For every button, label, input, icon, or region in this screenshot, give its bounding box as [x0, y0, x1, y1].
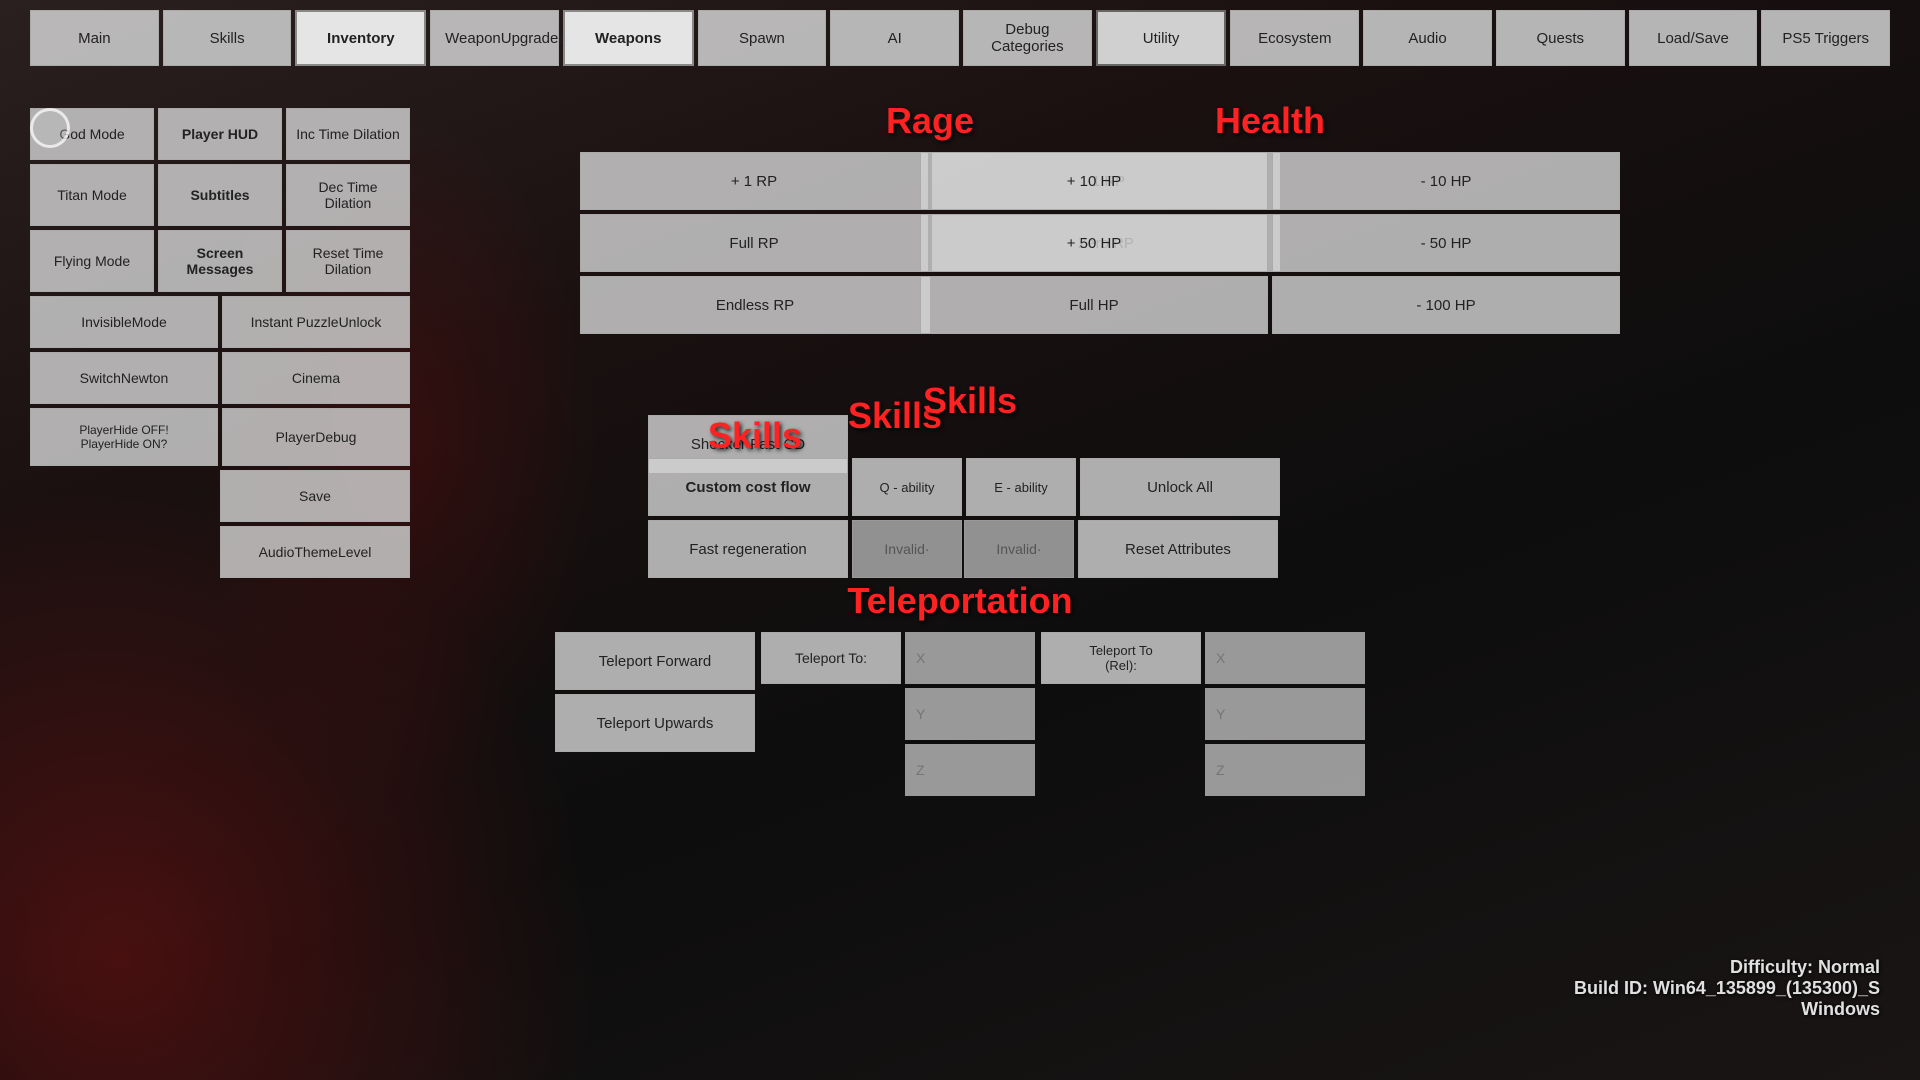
nav-btn-ecosystem[interactable]: Ecosystem: [1230, 10, 1359, 66]
flying-mode-button[interactable]: Flying Mode: [30, 230, 154, 292]
skills-section-title: Skills: [708, 415, 802, 456]
nav-btn-inventory[interactable]: Inventory: [295, 10, 426, 66]
teleport-to-label: Teleport To:: [761, 632, 901, 684]
teleport-upwards-button[interactable]: Teleport Upwards: [555, 694, 755, 752]
player-hud-button[interactable]: Player HUD: [158, 108, 282, 160]
player-debug-button[interactable]: PlayerDebug: [222, 408, 410, 466]
full-rp-button[interactable]: Full RP: [580, 214, 928, 272]
build-id-text: Build ID: Win64_135899_(135300)_S: [1574, 978, 1880, 999]
minus-10-hp-button[interactable]: - 10 HP: [1272, 152, 1620, 210]
left-panel-row-5: SwitchNewton Cinema: [30, 352, 410, 404]
left-panel-row-8: AudioThemeLevel: [30, 526, 410, 578]
nav-btn-debugcategories[interactable]: Debug Categories: [963, 10, 1092, 66]
switch-newton-button[interactable]: SwitchNewton: [30, 352, 218, 404]
status-area: Difficulty: Normal Build ID: Win64_13589…: [1574, 957, 1880, 1020]
nav-btn-spawn[interactable]: Spawn: [698, 10, 827, 66]
audio-theme-level-button[interactable]: AudioThemeLevel: [220, 526, 410, 578]
minus-100-hp-button[interactable]: - 100 HP: [1272, 276, 1620, 334]
teleport-rel-y-input[interactable]: [1205, 688, 1365, 740]
screen-messages-button[interactable]: Screen Messages: [158, 230, 282, 292]
nav-btn-ps5triggers[interactable]: PS5 Triggers: [1761, 10, 1890, 66]
nav-btn-main[interactable]: Main: [30, 10, 159, 66]
subtitles-button[interactable]: Subtitles: [158, 164, 282, 226]
titan-mode-button[interactable]: Titan Mode: [30, 164, 154, 226]
teleport-rel-x-input[interactable]: [1205, 632, 1365, 684]
nav-btn-audio[interactable]: Audio: [1363, 10, 1492, 66]
invalid-btn-1[interactable]: Invalid·: [852, 520, 962, 578]
teleport-to-rel-label: Teleport To (Rel):: [1041, 632, 1201, 684]
health-title: Health: [920, 100, 1620, 142]
nav-btn-weapons[interactable]: Weapons: [563, 10, 694, 66]
inc-time-dilation-button[interactable]: Inc Time Dilation: [286, 108, 410, 160]
nav-btn-quests[interactable]: Quests: [1496, 10, 1625, 66]
player-hide-button[interactable]: PlayerHide OFF! PlayerHide ON?: [30, 408, 218, 466]
teleport-to-z-input[interactable]: [905, 744, 1035, 796]
invalid-btn-2[interactable]: Invalid·: [964, 520, 1074, 578]
dec-time-dilation-button[interactable]: Dec Time Dilation: [286, 164, 410, 226]
nav-btn-utility[interactable]: Utility: [1096, 10, 1227, 66]
reset-attributes-button[interactable]: Reset Attributes: [1078, 520, 1278, 578]
e-ability-button[interactable]: E - ability: [966, 458, 1076, 516]
teleport-forward-button[interactable]: Teleport Forward: [555, 632, 755, 690]
skills-title: Skills: [923, 380, 1017, 421]
save-button[interactable]: Save: [220, 470, 410, 522]
plus-1-rp-button[interactable]: + 1 RP: [580, 152, 928, 210]
nav-btn-loadsave[interactable]: Load/Save: [1629, 10, 1758, 66]
health-section: Health + 10 HP - 10 HP + 50 HP - 50 HP F…: [920, 100, 1620, 334]
teleportation-title: Teleportation: [847, 580, 1072, 621]
left-panel-row-3: Flying Mode Screen Messages Reset Time D…: [30, 230, 410, 292]
nav-btn-ai[interactable]: AI: [830, 10, 959, 66]
plus-10-hp-button[interactable]: + 10 HP: [920, 152, 1268, 210]
nav-btn-weaponupgrades[interactable]: WeaponUpgrades: [430, 10, 559, 66]
teleport-to-x-input[interactable]: [905, 632, 1035, 684]
left-panel-row-1: God Mode Player HUD Inc Time Dilation: [30, 108, 410, 160]
left-panel: God Mode Player HUD Inc Time Dilation Ti…: [30, 108, 410, 582]
invisible-mode-button[interactable]: InvisibleMode: [30, 296, 218, 348]
left-panel-row-6: PlayerHide OFF! PlayerHide ON? PlayerDeb…: [30, 408, 410, 466]
left-panel-row-2: Titan Mode Subtitles Dec Time Dilation: [30, 164, 410, 226]
health-grid: + 10 HP - 10 HP + 50 HP - 50 HP Full HP …: [920, 152, 1620, 334]
custom-cost-flow-button[interactable]: Custom cost flow: [648, 458, 848, 516]
nav-btn-skills[interactable]: Skills: [163, 10, 292, 66]
plus-50-hp-button[interactable]: + 50 HP: [920, 214, 1268, 272]
full-hp-button[interactable]: Full HP: [920, 276, 1268, 334]
teleport-to-y-input[interactable]: [905, 688, 1035, 740]
top-nav: Main Skills Inventory WeaponUpgrades Wea…: [30, 10, 1890, 66]
left-panel-row-4: InvisibleMode Instant PuzzleUnlock: [30, 296, 410, 348]
reset-time-dilation-button[interactable]: Reset Time Dilation: [286, 230, 410, 292]
circle-indicator: [30, 108, 70, 148]
teleport-rel-z-input[interactable]: [1205, 744, 1365, 796]
instant-puzzle-unlock-button[interactable]: Instant PuzzleUnlock: [222, 296, 410, 348]
unlock-all-button[interactable]: Unlock All: [1080, 458, 1280, 516]
left-panel-row-7: Save: [30, 470, 410, 522]
cinema-button[interactable]: Cinema: [222, 352, 410, 404]
platform-text: Windows: [1574, 999, 1880, 1020]
endless-rp-button[interactable]: Endless RP: [580, 276, 930, 334]
minus-50-hp-button[interactable]: - 50 HP: [1272, 214, 1620, 272]
fast-regeneration-button[interactable]: Fast regeneration: [648, 520, 848, 578]
difficulty-text: Difficulty: Normal: [1574, 957, 1880, 978]
q-ability-button[interactable]: Q - ability: [852, 458, 962, 516]
